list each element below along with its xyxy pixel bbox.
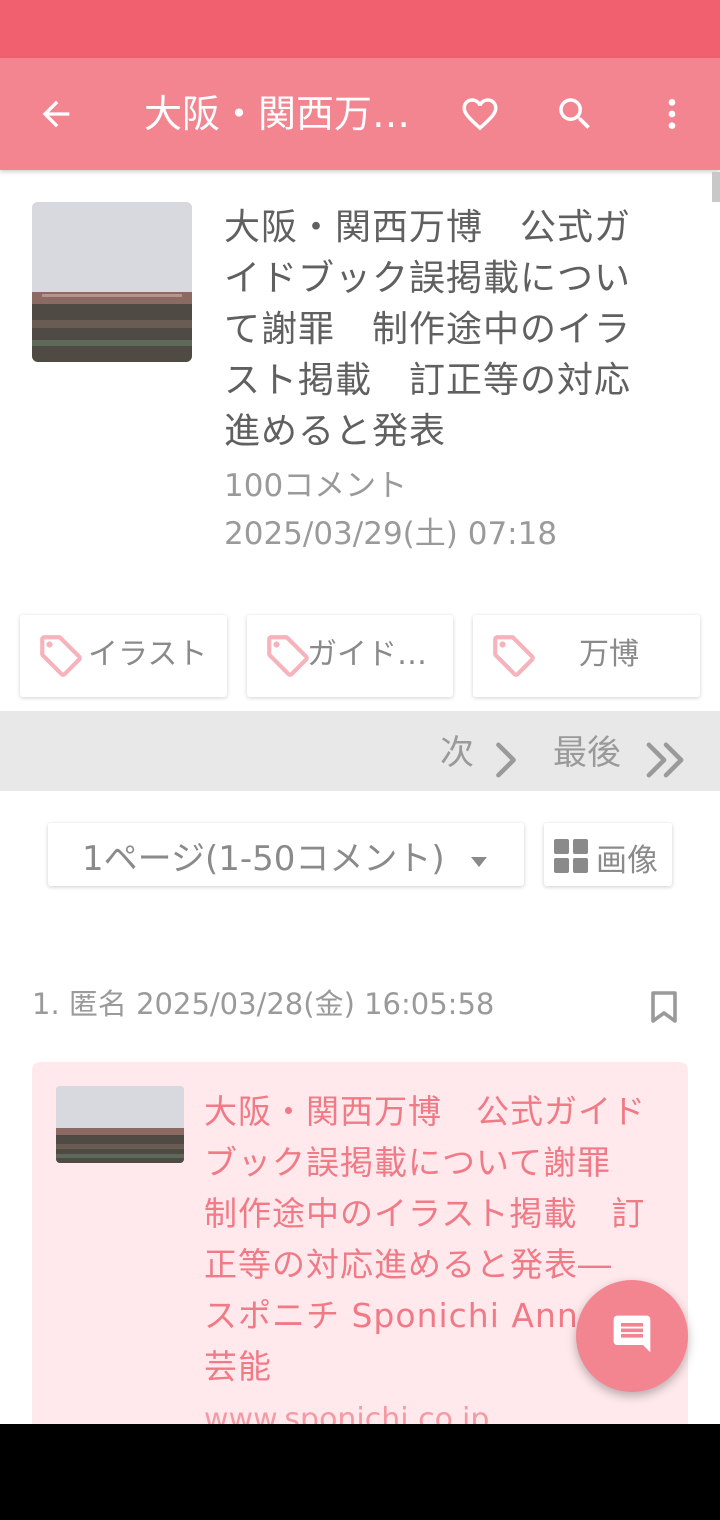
- tag-chip[interactable]: イラスト: [20, 615, 227, 697]
- chevron-right-icon[interactable]: [492, 741, 520, 783]
- image-view-label: 画像: [596, 843, 658, 879]
- comment-icon: [610, 1312, 654, 1360]
- search-icon[interactable]: [547, 86, 603, 142]
- back-arrow-icon[interactable]: [28, 86, 84, 142]
- app-title: 大阪・関西万博 公式ガイドブック誤掲載について謝罪: [144, 92, 416, 136]
- next-page-label[interactable]: 次: [440, 733, 474, 773]
- tag-chip[interactable]: ガイド…: [247, 615, 453, 697]
- link-thumbnail: [56, 1086, 184, 1163]
- grid-icon: [554, 839, 588, 877]
- page-select-value: 1ページ(1-50コメント): [82, 839, 445, 879]
- tag-chip[interactable]: 万博: [473, 615, 700, 697]
- app-bar: 大阪・関西万博 公式ガイドブック誤掲載について謝罪: [0, 58, 720, 170]
- comment-header: 1. 匿名 2025/03/28(金) 16:05:58: [32, 987, 495, 1021]
- article-title: 大阪・関西万博 公式ガイドブック誤掲載について謝罪 制作途中のイラスト掲載 訂正…: [224, 207, 632, 452]
- status-bar: [0, 0, 720, 58]
- tag-label: 万博: [579, 637, 639, 672]
- write-comment-button[interactable]: [576, 1280, 688, 1392]
- tag-list: イラスト ガイド… 万博: [20, 615, 700, 697]
- tag-icon: [263, 631, 313, 681]
- image-view-button[interactable]: 画像: [544, 823, 672, 886]
- bookmark-icon[interactable]: [650, 990, 678, 1028]
- page-select[interactable]: 1ページ(1-50コメント): [48, 823, 524, 886]
- more-vert-icon[interactable]: [644, 86, 700, 142]
- tag-label: イラスト: [88, 637, 208, 672]
- tag-icon: [489, 631, 539, 681]
- post-date: 2025/03/29(土) 07:18: [224, 516, 558, 552]
- tag-label: ガイド…: [307, 637, 427, 672]
- system-nav-bar: [0, 1424, 720, 1520]
- last-page-label[interactable]: 最後: [553, 733, 621, 773]
- dropdown-caret-icon: [470, 853, 488, 872]
- tag-icon: [36, 631, 86, 681]
- double-chevron-right-icon[interactable]: [642, 741, 690, 783]
- article-thumbnail: [32, 202, 192, 362]
- link-preview-card[interactable]: 大阪・関西万博 公式ガイドブック誤掲載について謝罪 制作途中のイラスト掲載 訂正…: [32, 1062, 688, 1462]
- comment-count: 100コメント: [224, 468, 408, 504]
- pager-bar: 次 最後: [0, 711, 720, 791]
- heart-icon[interactable]: [452, 86, 508, 142]
- scroll-indicator[interactable]: [712, 172, 720, 202]
